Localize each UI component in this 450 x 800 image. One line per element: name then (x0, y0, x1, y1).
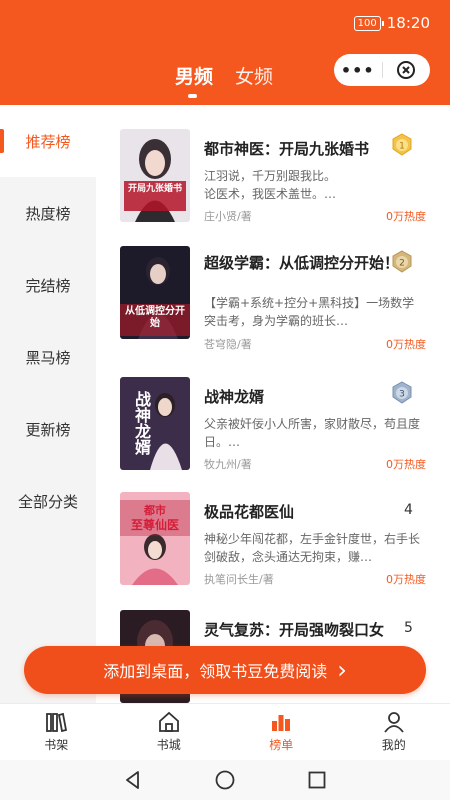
cover-subtitle: 都市 (144, 504, 166, 517)
list-item[interactable]: 开局九张婚书 都市神医：开局九张婚书 江羽说，千万别跟我比。 论医术，我医术盖世… (96, 129, 450, 244)
home-icon (158, 711, 179, 732)
tab-label: 我的 (381, 738, 406, 752)
book-author: 苍穹隐/著 (204, 338, 252, 351)
gold-medal-icon: 1 (392, 133, 412, 156)
book-cover: 开局九张婚书 (120, 129, 190, 222)
book-description: 父亲被奸佞小人所害，家财散尽，苟且度日。… (204, 417, 421, 449)
sidebar-item-hot[interactable]: 热度榜 (0, 177, 96, 249)
bottom-tab-bar: 书架 书城 榜单 我的 (0, 703, 450, 760)
more-button[interactable]: ••• (334, 61, 382, 80)
tab-label: 榜单 (269, 738, 294, 752)
sidebar-item-recommend[interactable]: 推荐榜 (0, 105, 96, 177)
book-author: 执笔问长生/著 (204, 573, 274, 586)
recents-icon[interactable] (306, 769, 328, 791)
book-cover: 都市 至尊仙医 (120, 492, 190, 585)
tab-female[interactable]: 女频 (235, 62, 273, 89)
close-button[interactable] (382, 60, 430, 80)
back-icon[interactable] (122, 769, 144, 791)
list-item[interactable]: 从低调控分开始 超级学霸：从低调控分开始！ 【学霸+系统+控分+黑科技】一场数学… (96, 246, 450, 361)
book-author: 牧九州/著 (204, 458, 252, 471)
system-navigation-bar (0, 760, 450, 800)
book-description: 江羽说，千万别跟我比。 论医术，我医术盖世。… (204, 169, 337, 201)
book-title: 灵气复苏：开局强吻裂口女 (204, 621, 385, 639)
rank-number: 2 (399, 259, 405, 269)
book-description: 【学霸+系统+控分+黑科技】一场数学突击考，身为学霸的班长… (204, 296, 415, 328)
silver-medal-icon: 2 (392, 250, 412, 273)
book-title: 战神龙婿 (204, 388, 265, 406)
book-description: 神秘少年闯花都，左手金针度世，右手长剑破敌，念头通达无拘束，赚… (204, 532, 421, 564)
tab-ranking[interactable]: 榜单 (225, 704, 338, 760)
tab-bookshelf[interactable]: 书架 (0, 704, 113, 760)
ranking-sidebar: 推荐榜 热度榜 完结榜 黑马榜 更新榜 全部分类 (0, 105, 96, 703)
book-title: 极品花都医仙 (204, 503, 295, 521)
tab-male[interactable]: 男频 (175, 62, 213, 89)
book-title: 超级学霸：从低调控分开始！ (204, 254, 400, 272)
cover-title: 开局九张婚书 (127, 184, 182, 194)
tab-profile[interactable]: 我的 (338, 704, 450, 760)
battery-icon: 100 (353, 15, 384, 31)
sidebar-item-all-categories[interactable]: 全部分类 (0, 465, 96, 537)
book-author: 庄小贤/著 (204, 210, 252, 223)
book-heat: 0万热度 (386, 573, 426, 586)
tab-label: 书架 (44, 738, 69, 752)
book-cover: 战神龙婿 (120, 377, 190, 470)
sidebar-item-finished[interactable]: 完结榜 (0, 249, 96, 321)
bronze-medal-icon: 3 (392, 381, 412, 404)
gender-tabs: 男频 女频 (175, 62, 273, 89)
cover-title: 战神龙婿 (132, 391, 151, 455)
list-item[interactable]: 都市 至尊仙医 极品花都医仙 神秘少年闯花都，左手金针度世，右手长剑破敌，念头通… (96, 492, 450, 607)
rank-number: 1 (399, 142, 405, 152)
clock: 18:20 (386, 14, 430, 32)
book-heat: 0万热度 (386, 458, 426, 471)
sidebar-item-darkhorse[interactable]: 黑马榜 (0, 321, 96, 393)
home-button-icon[interactable] (214, 769, 236, 791)
book-ranking-list: 开局九张婚书 都市神医：开局九张婚书 江羽说，千万别跟我比。 论医术，我医术盖世… (96, 105, 450, 703)
book-heat: 0万热度 (386, 338, 426, 351)
chevron-right-icon: › (337, 656, 347, 684)
book-heat: 0万热度 (386, 210, 426, 223)
tab-label: 书城 (156, 738, 181, 752)
banner-label: 添加到桌面，领取书豆免费阅读 (103, 662, 328, 681)
cover-title: 至尊仙医 (130, 518, 179, 532)
add-to-desktop-banner[interactable]: 添加到桌面，领取书豆免费阅读 › (24, 646, 426, 694)
status-bar: 100 18:20 (353, 14, 430, 32)
list-item[interactable]: 战神龙婿 战神龙婿 父亲被奸佞小人所害，家财散尽，苟且度日。… 牧九州/著 0万… (96, 377, 450, 492)
close-circle-icon (397, 61, 416, 79)
sidebar-item-updated[interactable]: 更新榜 (0, 393, 96, 465)
rank-number: 4 (404, 502, 413, 518)
active-tab-indicator (188, 94, 197, 98)
user-icon (384, 712, 404, 733)
rank-number: 5 (404, 620, 413, 636)
tab-bookstore[interactable]: 书城 (113, 704, 226, 760)
bookshelf-icon (46, 712, 68, 733)
ranking-icon (272, 715, 291, 731)
book-cover: 从低调控分开始 (120, 246, 190, 339)
top-header: 100 18:20 男频 女频 ••• (0, 0, 450, 105)
book-title: 都市神医：开局九张婚书 (204, 140, 370, 158)
cover-title: 从低调控分开始 (125, 306, 185, 329)
mini-program-capsule: ••• (334, 54, 430, 86)
rank-number: 3 (399, 390, 405, 400)
